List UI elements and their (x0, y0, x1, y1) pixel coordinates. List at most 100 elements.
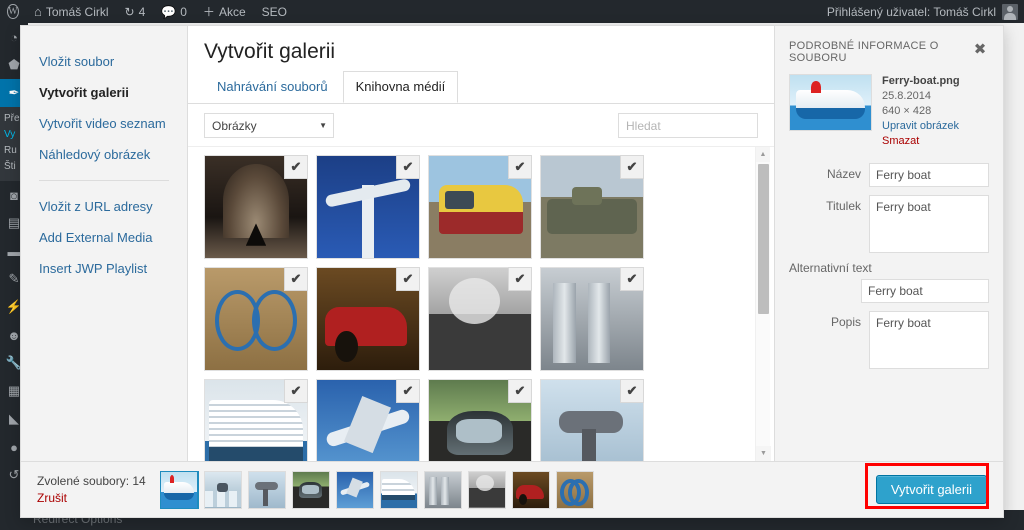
menu-item-insert-file[interactable]: Vložit soubor (21, 46, 187, 77)
alt-text-field[interactable] (861, 279, 989, 303)
comments-item[interactable]: 💬 0 (153, 0, 195, 23)
selection-thumb-bicycle[interactable] (555, 470, 594, 509)
selection-thumb-cruise-liner-hull[interactable] (379, 470, 418, 509)
media-item-red-vintage-car[interactable]: ✔ (316, 267, 420, 371)
caption-label: Titulek (826, 199, 861, 213)
media-modal: ✖ Vložit soubor Vytvořit galerii Vytvoři… (20, 25, 1004, 518)
check-icon[interactable]: ✔ (508, 379, 532, 403)
new-content-item[interactable]: ＋ Akce (195, 0, 254, 23)
selection-thumb-ferry-boat[interactable] (159, 470, 199, 509)
site-name-label: Tomáš Cirkl (45, 4, 109, 19)
scrollbar-thumb[interactable] (758, 164, 769, 314)
menu-item-insert-jwp-playlist[interactable]: Insert JWP Playlist (21, 253, 187, 284)
site-name-item[interactable]: ⌂ Tomáš Cirkl (26, 0, 117, 23)
updates-item[interactable]: ↻ 4 (117, 0, 154, 23)
seo-item[interactable]: SEO (254, 0, 295, 23)
media-item-cruise-liner-hull[interactable]: ✔ (204, 379, 308, 461)
updates-count: 4 (138, 4, 146, 19)
attachment-filename: Ferry-boat.png (882, 75, 960, 87)
page-title: Vytvořit galerii (204, 40, 336, 63)
seo-label: SEO (261, 4, 287, 19)
title-field[interactable] (869, 163, 989, 187)
edit-image-link[interactable]: Upravit obrázek (882, 119, 960, 134)
media-item-car-mirror-runway[interactable]: ✔ (428, 379, 532, 461)
media-type-filter-value: Obrázky (212, 118, 257, 133)
media-item-bicycle[interactable]: ✔ (204, 267, 308, 371)
alt-text-label: Alternativní text (789, 261, 872, 275)
wordpress-icon[interactable]: W (0, 0, 26, 23)
media-tabs[interactable]: Nahrávání souborů Knihovna médií (188, 71, 774, 104)
media-item-diesel-locomotive[interactable]: ✔ (428, 155, 532, 259)
attachment-dimensions: 640 × 428 (882, 105, 932, 117)
arrow-down-icon[interactable]: ▼ (756, 446, 771, 461)
check-icon[interactable]: ✔ (396, 155, 420, 179)
field-row-description: Popis Ferry boat (789, 311, 989, 369)
cancel-selection-link[interactable]: Zrušit (37, 490, 146, 507)
menu-item-add-external-media[interactable]: Add External Media (21, 222, 187, 253)
selection-thumb-airplane-wing[interactable] (335, 470, 374, 509)
media-item-wind-turbine[interactable]: ✔ (316, 155, 420, 259)
selection-info: Zvolené soubory: 14 Zrušit (37, 473, 146, 507)
check-icon[interactable]: ✔ (620, 267, 644, 291)
plus-icon: ＋ (202, 5, 215, 19)
modal-body: Vložit soubor Vytvořit galerii Vytvořit … (21, 26, 1003, 461)
description-field[interactable]: Ferry boat (869, 311, 989, 369)
media-item-airplane-wing[interactable]: ✔ (316, 379, 420, 461)
field-row-caption: Titulek Ferry boat (789, 195, 989, 253)
new-content-label: Akce (218, 4, 246, 19)
attachment-date: 25.8.2014 (882, 90, 931, 102)
account-label: Přihlášený uživatel: Tomáš Cirkl (826, 4, 996, 19)
media-item-military-tanks[interactable]: ✔ (540, 155, 644, 259)
menu-item-featured-image[interactable]: Náhledový obrázek (21, 139, 187, 170)
modal-content: Vytvořit galerii Nahrávání souborů Kniho… (188, 26, 1003, 461)
selection-thumb-telescope-viewer[interactable] (247, 470, 286, 509)
selection-thumb-car-mirror-runway[interactable] (291, 470, 330, 509)
selection-thumb-steam-factory[interactable] (467, 470, 506, 509)
check-icon[interactable]: ✔ (508, 267, 532, 291)
selection-thumbnails[interactable] (159, 470, 862, 509)
modal-menu[interactable]: Vložit soubor Vytvořit galerii Vytvořit … (21, 26, 188, 461)
menu-item-create-gallery[interactable]: Vytvořit galerii (21, 77, 187, 108)
check-icon[interactable]: ✔ (284, 155, 308, 179)
wp-admin-bar[interactable]: W ⌂ Tomáš Cirkl ↻ 4 💬 0 ＋ Akce SEO Přihl… (0, 0, 1024, 23)
caption-field[interactable]: Ferry boat (869, 195, 989, 253)
modal-footer: Zvolené soubory: 14 Zrušit Vytvořit gale… (21, 461, 1003, 517)
media-type-filter[interactable]: Obrázky ▼ (204, 113, 334, 138)
media-item-telescope-viewer[interactable]: ✔ (540, 379, 644, 461)
check-icon[interactable]: ✔ (284, 267, 308, 291)
tab-upload-files[interactable]: Nahrávání souborů (204, 71, 341, 103)
media-item-metal-silos[interactable]: ✔ (540, 267, 644, 371)
media-item-steam-factory[interactable]: ✔ (428, 267, 532, 371)
arrow-up-icon[interactable]: ▲ (756, 147, 770, 162)
menu-item-create-video-playlist[interactable]: Vytvořit video seznam (21, 108, 187, 139)
search-input[interactable] (618, 113, 758, 138)
media-main: Vytvořit galerii Nahrávání souborů Kniho… (188, 26, 774, 461)
check-icon[interactable]: ✔ (396, 379, 420, 403)
media-grid-scrollbar[interactable]: ▲ ▼ (755, 147, 771, 461)
field-row-title: Název (789, 163, 989, 187)
check-icon[interactable]: ✔ (284, 379, 308, 403)
title-label: Název (826, 167, 861, 181)
details-heading: PODROBNÉ INFORMACE O SOUBORU (789, 40, 939, 64)
media-grid[interactable]: ✔✔✔✔✔✔✔✔✔✔✔✔✔✔ (188, 147, 774, 461)
tab-media-library[interactable]: Knihovna médií (342, 71, 459, 103)
delete-link[interactable]: Smazat (882, 134, 960, 149)
menu-item-insert-from-url[interactable]: Vložit z URL adresy (21, 191, 187, 222)
attachment-meta: Ferry-boat.png 25.8.2014 640 × 428 Uprav… (882, 74, 960, 149)
selection-thumb-icebreaker-ship[interactable] (203, 470, 242, 509)
menu-separator (39, 180, 169, 181)
close-icon[interactable]: ✖ (965, 34, 995, 64)
media-item-jet-in-hangar[interactable]: ✔ (204, 155, 308, 259)
check-icon[interactable]: ✔ (620, 379, 644, 403)
create-gallery-button[interactable]: Vytvořit galerii (875, 475, 987, 504)
media-toolbar: Obrázky ▼ (188, 103, 774, 147)
check-icon[interactable]: ✔ (508, 155, 532, 179)
account-item[interactable]: Přihlášený uživatel: Tomáš Cirkl (826, 3, 1024, 20)
media-grid-container: ✔✔✔✔✔✔✔✔✔✔✔✔✔✔ ▲ ▼ (188, 147, 774, 461)
selection-thumb-red-vintage-car[interactable] (511, 470, 550, 509)
selected-count-label: Zvolené soubory: 14 (37, 473, 146, 488)
check-icon[interactable]: ✔ (396, 267, 420, 291)
check-icon[interactable]: ✔ (620, 155, 644, 179)
selection-thumb-metal-silos[interactable] (423, 470, 462, 509)
home-icon: ⌂ (34, 4, 42, 19)
